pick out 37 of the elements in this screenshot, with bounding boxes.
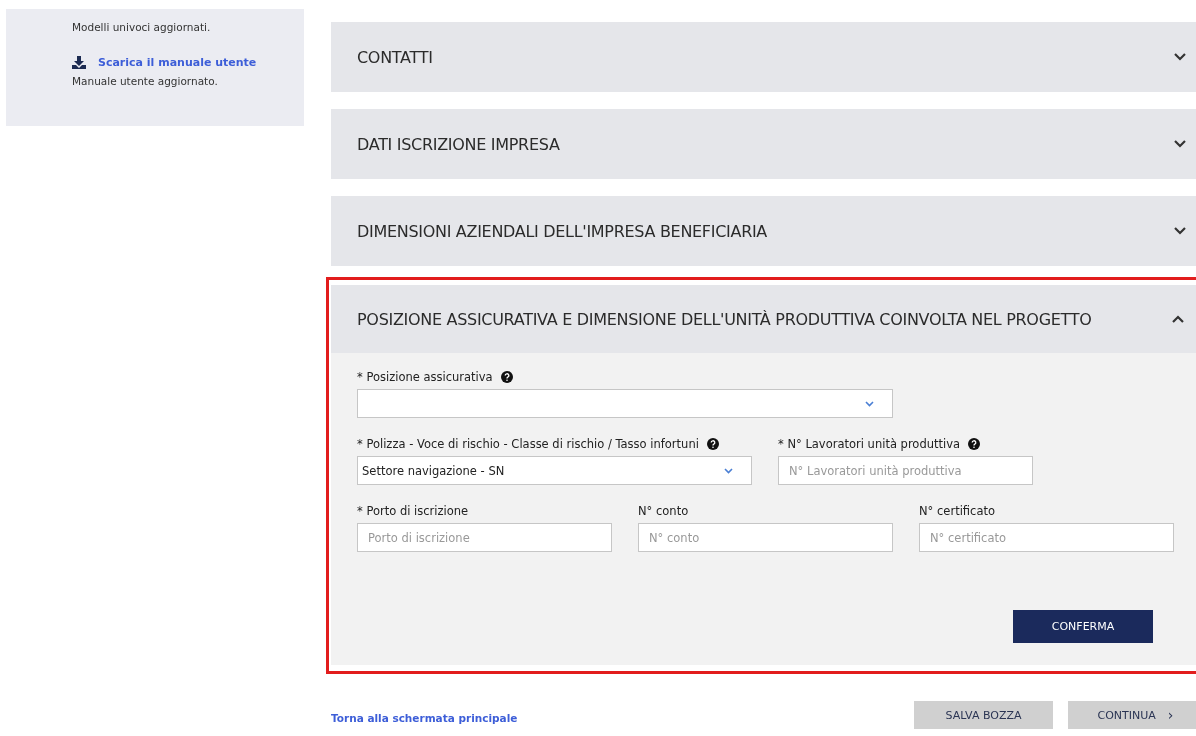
input-field[interactable]: N° certificato [919,523,1174,552]
field-label: * Polizza - Voce di rischio - Classe di rischio / Tasso infortuni [357,437,699,451]
download-manual-link[interactable]: Scarica il manuale utente [98,56,257,69]
download-icon [72,56,86,69]
accordion-header[interactable]: POSIZIONE ASSICURATIVA E DIMENSIONE DELL'UNITÀ PRODUTTIVA COINVOLTA NEL PROGETTO [331,285,1196,353]
save-draft-button[interactable]: SALVA BOZZA [914,701,1053,729]
chevron-down-icon [1174,53,1186,61]
accordion-header[interactable]: DATI ISCRIZIONE IMPRESA [331,109,1196,179]
input-field[interactable]: Porto di iscrizione [357,523,612,552]
field-label: N° certificato [919,504,995,518]
chevron-down-icon [1174,227,1186,235]
caret-icon [724,467,733,474]
caret-icon [865,400,874,407]
continue-button[interactable]: CONTINUA › [1068,701,1196,729]
section-title: CONTATTI [357,47,433,67]
input-field[interactable]: N° conto [638,523,893,552]
section-title: DATI ISCRIZIONE IMPRESA [357,134,560,154]
help-icon[interactable] [706,438,719,450]
confirm-button[interactable]: CONFERMA [1013,610,1153,643]
sidebar-note: Manuale utente aggiornato. [72,75,219,87]
field-label: N° conto [638,504,689,518]
accordion-header[interactable]: DIMENSIONI AZIENDALI DELL'IMPRESA BENEFICIARIA [331,196,1196,266]
input-field[interactable]: N° Lavoratori unità produttiva [778,456,1033,485]
sidebar-note: Modelli univoci aggiornati. [72,21,212,33]
help-icon[interactable] [500,371,513,383]
section-title: DIMENSIONI AZIENDALI DELL'IMPRESA BENEFICIARIA [357,221,767,241]
select-field[interactable] [357,389,893,418]
accordion-header[interactable]: CONTATTI [331,22,1196,92]
field-label: * Porto di iscrizione [357,504,469,518]
section-title: POSIZIONE ASSICURATIVA E DIMENSIONE DELL'UNITÀ PRODUTTIVA COINVOLTA NEL PROGETTO [357,309,1092,329]
help-icon[interactable] [968,438,981,450]
back-link[interactable]: Torna alla schermata principale [331,712,518,724]
field-label: * Posizione assicurativa [357,370,493,384]
select-field[interactable]: Settore navigazione - SN [357,456,752,485]
chevron-down-icon [1174,140,1186,148]
chevron-up-icon [1172,315,1184,323]
field-label: * N° Lavoratori unità produttiva [778,437,961,451]
